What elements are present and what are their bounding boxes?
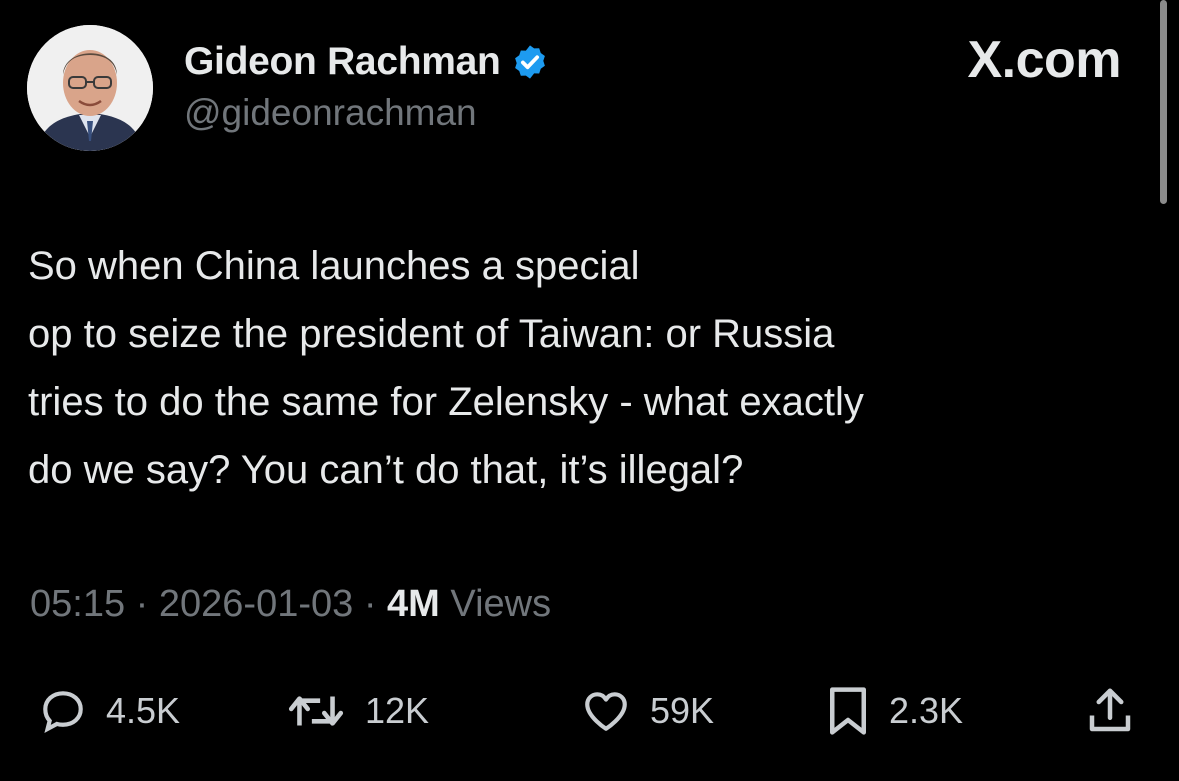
share-icon xyxy=(1089,688,1131,732)
scrollbar[interactable] xyxy=(1160,0,1167,204)
tweet-text: So when China launches a special op to s… xyxy=(28,232,1128,504)
views-label[interactable]: Views xyxy=(450,583,551,625)
repost-icon xyxy=(288,696,344,726)
reply-button[interactable]: 4.5K xyxy=(38,676,180,746)
user-handle[interactable]: @gideonrachman xyxy=(184,92,477,134)
repost-count: 12K xyxy=(365,690,430,731)
share-button[interactable] xyxy=(1083,676,1137,746)
tweet-text-line: do we say? You can’t do that, it’s illeg… xyxy=(28,448,744,492)
tweet-time[interactable]: 05:15 xyxy=(30,583,125,625)
tweet-text-line: tries to do the same for Zelensky - what… xyxy=(28,380,864,424)
reply-count: 4.5K xyxy=(106,690,181,731)
bookmark-count: 2.3K xyxy=(889,690,964,731)
tweet-text-line: So when China launches a special xyxy=(28,244,640,288)
meta-separator: · xyxy=(135,583,149,625)
profile-photo xyxy=(27,25,153,151)
like-button[interactable]: 59K xyxy=(580,676,714,746)
display-name[interactable]: Gideon Rachman xyxy=(184,40,549,84)
bookmark-icon xyxy=(830,687,866,735)
bookmark-button[interactable]: 2.3K xyxy=(825,676,963,746)
reply-icon xyxy=(43,691,83,733)
brand-logo: X.com xyxy=(967,31,1121,89)
tweet-text-line: op to seize the president of Taiwan: or … xyxy=(28,312,835,356)
heart-icon xyxy=(585,692,627,731)
tweet-meta: 05:15 · 2026-01-03 · 4M Views xyxy=(30,583,551,626)
meta-separator: · xyxy=(363,583,377,625)
repost-button[interactable]: 12K xyxy=(285,676,429,746)
avatar[interactable] xyxy=(27,25,153,151)
views-count: 4M xyxy=(387,583,440,625)
tweet-date[interactable]: 2026-01-03 xyxy=(159,583,353,625)
like-count: 59K xyxy=(650,690,715,731)
verified-badge-icon xyxy=(511,43,549,81)
display-name-text: Gideon Rachman xyxy=(184,40,501,83)
action-bar: 4.5K 12K 59K 2.3K xyxy=(0,676,1179,746)
